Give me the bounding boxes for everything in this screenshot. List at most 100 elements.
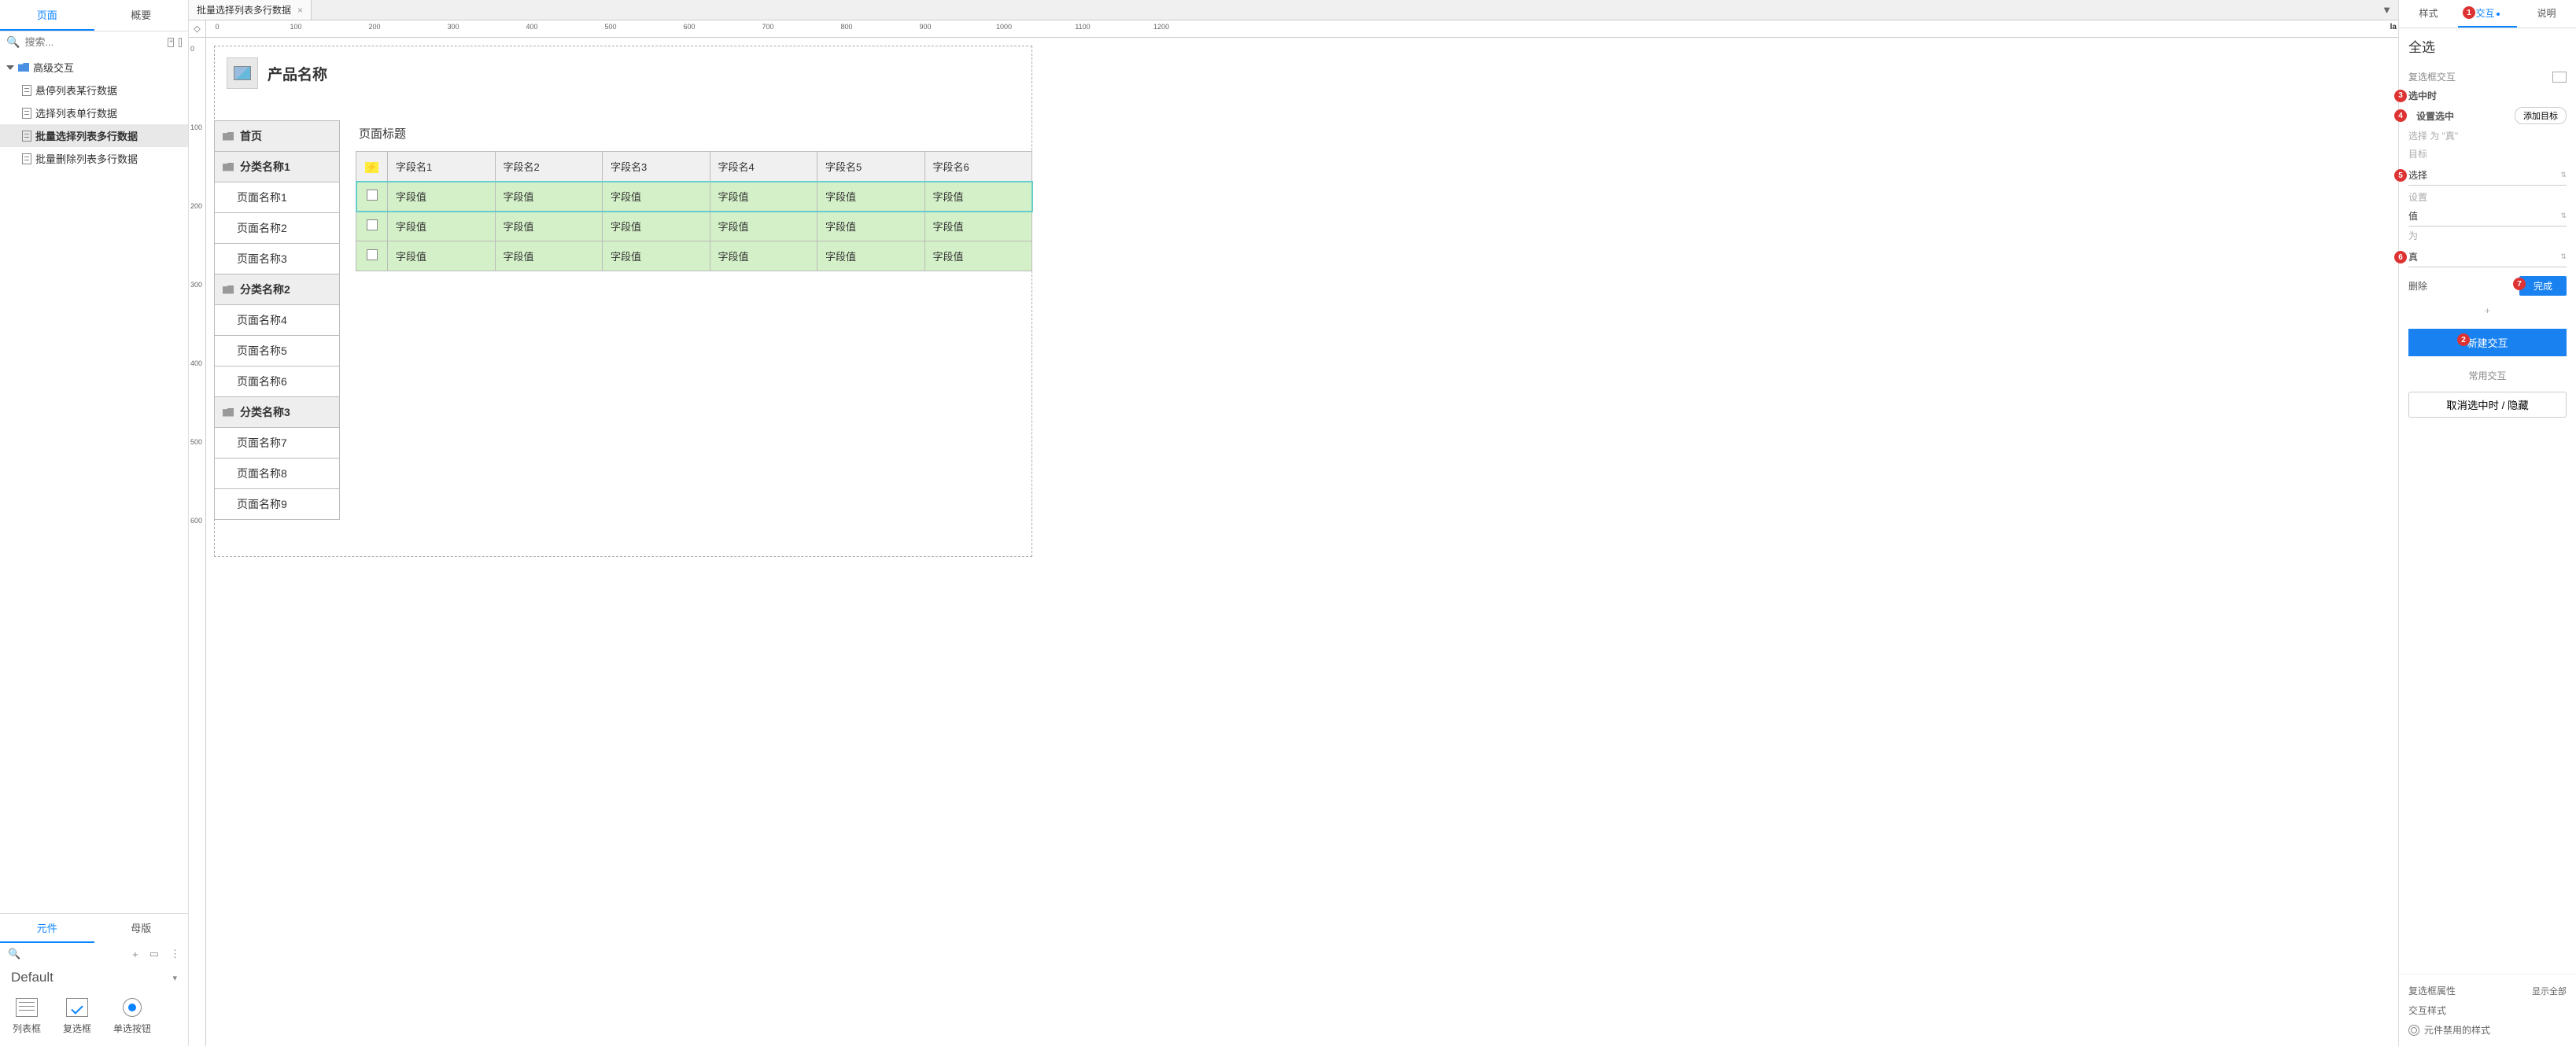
tab-notes[interactable]: 说明 bbox=[2517, 0, 2576, 28]
menu-page[interactable]: 页面名称5 bbox=[215, 336, 339, 366]
cell[interactable]: 字段值 bbox=[388, 182, 496, 212]
add-action-button[interactable]: + bbox=[2408, 302, 2567, 319]
library-icon[interactable]: ▭ bbox=[149, 948, 159, 960]
delete-action[interactable]: 删除 bbox=[2408, 279, 2427, 293]
table-row[interactable]: 字段值字段值字段值字段值字段值字段值 bbox=[356, 182, 1032, 212]
lightning-icon: ⚡ bbox=[365, 162, 379, 173]
show-all-link[interactable]: 显示全部 bbox=[2532, 985, 2567, 997]
menu-page[interactable]: 页面名称9 bbox=[215, 489, 339, 519]
new-interaction-button[interactable]: 2 新建交互 bbox=[2408, 329, 2567, 356]
column-header[interactable]: 字段名6 bbox=[924, 152, 1032, 182]
widget-check[interactable]: 复选框 bbox=[63, 998, 91, 1035]
ruler-horizontal[interactable]: 0100200300400500600700800900100011001200… bbox=[206, 20, 2398, 38]
cell[interactable]: 字段值 bbox=[388, 241, 496, 271]
cell[interactable]: 字段值 bbox=[924, 182, 1032, 212]
target-dropdown[interactable]: 选择⇅ bbox=[2408, 165, 2567, 186]
column-header[interactable]: 字段名2 bbox=[495, 152, 603, 182]
column-header[interactable]: 字段名5 bbox=[817, 152, 925, 182]
link-icon[interactable] bbox=[2552, 72, 2567, 83]
done-button[interactable]: 7 完成 bbox=[2519, 276, 2567, 296]
menu-category[interactable]: 分类名称1 bbox=[215, 152, 339, 182]
library-selector[interactable]: Default ▾ bbox=[0, 965, 188, 993]
common-interaction-button[interactable]: 取消选中时 / 隐藏 bbox=[2408, 392, 2567, 418]
search-icon[interactable]: 🔍 bbox=[8, 948, 20, 960]
column-header[interactable]: 字段名3 bbox=[603, 152, 710, 182]
product-title[interactable]: 产品名称 bbox=[268, 63, 327, 84]
ruler-vertical[interactable]: 0100200300400500600 bbox=[189, 38, 206, 1046]
row-checkbox[interactable] bbox=[367, 249, 378, 260]
add-page-icon[interactable]: + bbox=[168, 38, 174, 47]
menu-category[interactable]: 首页 bbox=[215, 121, 339, 152]
plus-icon[interactable]: + bbox=[132, 948, 138, 960]
tab-pages[interactable]: 页面 bbox=[0, 0, 94, 31]
to-dropdown[interactable]: 真⇅ bbox=[2408, 247, 2567, 267]
selection-name[interactable]: 全选 bbox=[2399, 28, 2576, 64]
set-dropdown[interactable]: 值⇅ bbox=[2408, 206, 2567, 227]
sidebar-menu: 首页分类名称1页面名称1页面名称2页面名称3分类名称2页面名称4 页面名称5 页面名… bbox=[214, 120, 340, 520]
canvas[interactable]: 产品名称 首页分类名称1页面名称1页面名称2页面名称3分类名称2页面名称4 页面名… bbox=[206, 38, 2398, 1046]
tree-item[interactable]: 批量选择列表多行数据 bbox=[0, 124, 188, 147]
menu-page[interactable]: 页面名称1 bbox=[215, 182, 339, 213]
add-folder-icon[interactable] bbox=[179, 38, 182, 47]
content-area: 页面标题 ⚡字段名1字段名2字段名3字段名4字段名5字段名6 字段值字段值字段值… bbox=[356, 120, 1032, 271]
event-label[interactable]: 选中时 bbox=[2408, 89, 2437, 102]
data-table: ⚡字段名1字段名2字段名3字段名4字段名5字段名6 字段值字段值字段值字段值字段… bbox=[356, 151, 1032, 271]
add-target-button[interactable]: 添加目标 bbox=[2515, 107, 2567, 124]
menu-category[interactable]: 分类名称2 bbox=[215, 274, 339, 305]
cell[interactable]: 字段值 bbox=[710, 241, 817, 271]
cell[interactable]: 字段值 bbox=[603, 212, 710, 241]
tabs-dropdown[interactable]: ▼ bbox=[2375, 0, 2398, 20]
cell[interactable]: 字段值 bbox=[924, 241, 1032, 271]
folder-icon bbox=[223, 132, 234, 141]
cell[interactable]: 字段值 bbox=[924, 212, 1032, 241]
tree-root[interactable]: 高级交互 bbox=[0, 56, 188, 79]
widget-list[interactable]: 列表框 bbox=[13, 998, 41, 1035]
search-input[interactable] bbox=[24, 36, 163, 48]
cell[interactable]: 字段值 bbox=[495, 241, 603, 271]
cell[interactable]: 字段值 bbox=[603, 182, 710, 212]
menu-page[interactable]: 页面名称2 bbox=[215, 213, 339, 244]
row-checkbox[interactable] bbox=[367, 190, 378, 201]
disabled-style-label[interactable]: 元件禁用的样式 bbox=[2424, 1023, 2490, 1037]
close-icon[interactable]: × bbox=[297, 5, 303, 16]
tree-item[interactable]: 批量删除列表多行数据 bbox=[0, 147, 188, 170]
tree-root-label: 高级交互 bbox=[33, 60, 74, 75]
menu-page[interactable]: 页面名称8 bbox=[215, 459, 339, 489]
tab-widgets[interactable]: 元件 bbox=[0, 914, 94, 943]
table-row[interactable]: 字段值字段值字段值字段值字段值字段值 bbox=[356, 241, 1032, 271]
menu-page[interactable]: 页面名称6 bbox=[215, 366, 339, 397]
image-placeholder-icon[interactable] bbox=[227, 57, 258, 89]
row-checkbox[interactable] bbox=[367, 219, 378, 230]
menu-icon[interactable]: ⋮ bbox=[170, 948, 180, 960]
header-checkbox-cell[interactable]: ⚡ bbox=[356, 152, 388, 182]
tree-item[interactable]: 选择列表单行数据 bbox=[0, 101, 188, 124]
ruler-corner[interactable]: ◇ bbox=[189, 20, 206, 38]
tab-masters[interactable]: 母版 bbox=[94, 914, 189, 943]
tree-item[interactable]: 悬停列表某行数据 bbox=[0, 79, 188, 101]
cell[interactable]: 字段值 bbox=[710, 182, 817, 212]
column-header[interactable]: 字段名4 bbox=[710, 152, 817, 182]
cell[interactable]: 字段值 bbox=[603, 241, 710, 271]
action-label[interactable]: 设置选中 bbox=[2408, 109, 2454, 123]
cell[interactable]: 字段值 bbox=[817, 241, 925, 271]
menu-label: 页面名称5 bbox=[237, 343, 287, 359]
menu-page[interactable]: 页面名称4 bbox=[215, 305, 339, 336]
cell[interactable]: 字段值 bbox=[710, 212, 817, 241]
menu-label: 页面名称6 bbox=[237, 374, 287, 389]
doc-tab[interactable]: 批量选择列表多行数据 × bbox=[189, 0, 312, 20]
menu-page[interactable]: 页面名称7 bbox=[215, 428, 339, 459]
cell[interactable]: 字段值 bbox=[495, 212, 603, 241]
cell[interactable]: 字段值 bbox=[495, 182, 603, 212]
cell[interactable]: 字段值 bbox=[817, 212, 925, 241]
column-header[interactable]: 字段名1 bbox=[388, 152, 496, 182]
tab-style[interactable]: 样式 bbox=[2399, 0, 2458, 28]
page-title[interactable]: 页面标题 bbox=[356, 120, 1032, 151]
menu-category[interactable]: 分类名称3 bbox=[215, 397, 339, 428]
table-row[interactable]: 字段值字段值字段值字段值字段值字段值 bbox=[356, 212, 1032, 241]
tab-interact[interactable]: 1 交互 bbox=[2458, 0, 2517, 28]
tab-overview[interactable]: 概要 bbox=[94, 0, 189, 31]
widget-radio[interactable]: 单选按钮 bbox=[113, 998, 151, 1035]
cell[interactable]: 字段值 bbox=[817, 182, 925, 212]
menu-page[interactable]: 页面名称3 bbox=[215, 244, 339, 274]
cell[interactable]: 字段值 bbox=[388, 212, 496, 241]
